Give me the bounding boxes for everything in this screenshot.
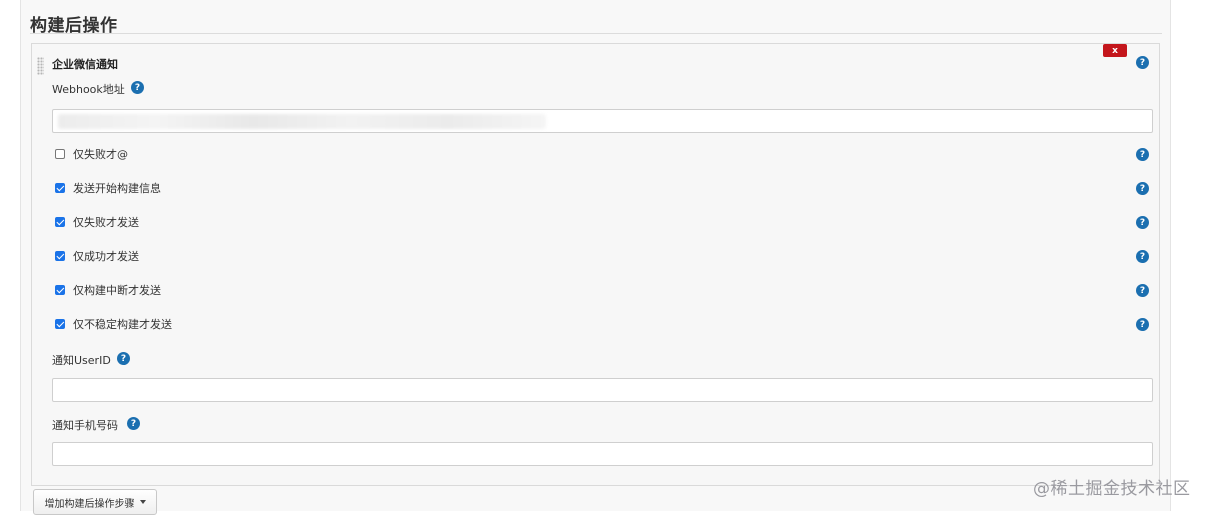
option-aborted-only-help-icon[interactable]: ? xyxy=(1136,284,1149,297)
add-post-build-step-button[interactable]: 增加构建后操作步骤 xyxy=(33,489,157,515)
redacted-webhook-value xyxy=(58,114,546,129)
option-fail-at-help-icon[interactable]: ? xyxy=(1136,148,1149,161)
option-fail-only[interactable]: 仅失败才发送 xyxy=(55,215,139,229)
option-send-start-help-icon[interactable]: ? xyxy=(1136,182,1149,195)
option-send-start[interactable]: 发送开始构建信息 xyxy=(55,181,161,195)
add-step-label: 增加构建后操作步骤 xyxy=(44,498,135,510)
mobile-input[interactable] xyxy=(52,442,1153,466)
option-aborted-only[interactable]: 仅构建中断才发送 xyxy=(55,283,161,297)
userid-input[interactable] xyxy=(52,378,1153,402)
webhook-label: Webhook地址 xyxy=(52,83,125,96)
watermark: @稀土掘金技术社区 xyxy=(1033,479,1191,499)
option-unstable-only-help-icon[interactable]: ? xyxy=(1136,318,1149,331)
checkbox-aborted-only[interactable] xyxy=(55,285,65,295)
caret-down-icon xyxy=(139,500,146,504)
option-label: 仅构建中断才发送 xyxy=(73,284,161,297)
option-success-only[interactable]: 仅成功才发送 xyxy=(55,249,139,263)
checkbox-fail-at[interactable] xyxy=(55,149,65,159)
drag-handle[interactable] xyxy=(37,57,44,75)
option-fail-at[interactable]: 仅失败才@ xyxy=(55,147,128,161)
option-label: 仅失败才发送 xyxy=(73,216,139,229)
checkbox-unstable-only[interactable] xyxy=(55,319,65,329)
option-fail-only-help-icon[interactable]: ? xyxy=(1136,216,1149,229)
checkbox-send-start[interactable] xyxy=(55,183,65,193)
option-success-only-help-icon[interactable]: ? xyxy=(1136,250,1149,263)
option-label: 仅成功才发送 xyxy=(73,250,139,263)
webhook-input[interactable] xyxy=(52,109,1153,133)
mobile-label: 通知手机号码 xyxy=(52,419,118,432)
section-divider xyxy=(30,33,1162,34)
checkbox-success-only[interactable] xyxy=(55,251,65,261)
userid-label: 通知UserID xyxy=(52,354,111,367)
option-label: 仅失败才@ xyxy=(73,148,128,161)
option-unstable-only[interactable]: 仅不稳定构建才发送 xyxy=(55,317,172,331)
mobile-help-icon[interactable]: ? xyxy=(127,417,140,430)
checkbox-fail-only[interactable] xyxy=(55,217,65,227)
step-help-icon[interactable]: ? xyxy=(1136,56,1149,69)
webhook-help-icon[interactable]: ? xyxy=(131,81,144,94)
option-label: 发送开始构建信息 xyxy=(73,182,161,195)
step-name: 企业微信通知 xyxy=(52,58,118,71)
option-label: 仅不稳定构建才发送 xyxy=(73,318,172,331)
delete-step-button[interactable]: x xyxy=(1103,44,1127,57)
userid-help-icon[interactable]: ? xyxy=(117,352,130,365)
